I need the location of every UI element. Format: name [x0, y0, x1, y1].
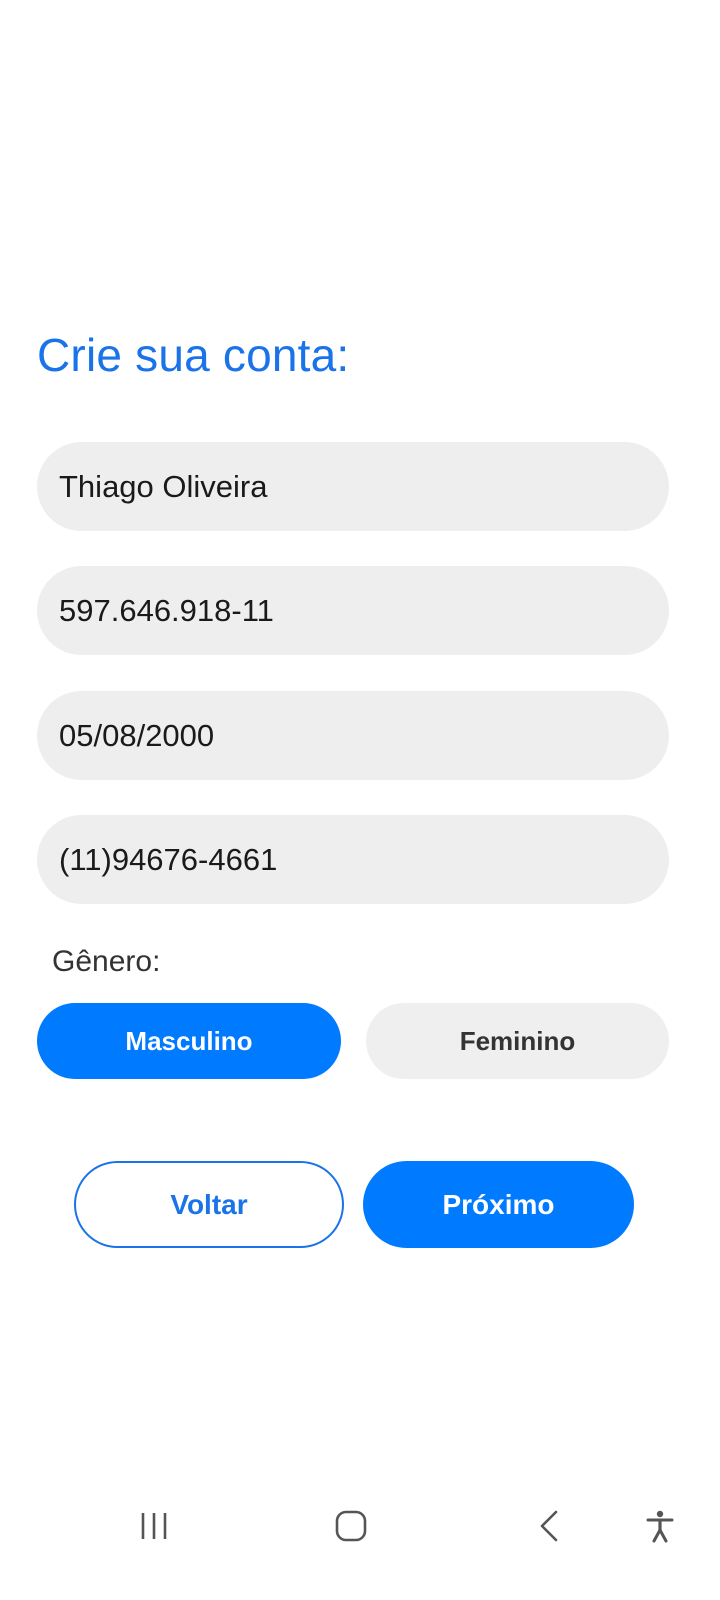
gender-male-button[interactable]: Masculino [37, 1003, 341, 1079]
accessibility-icon[interactable] [632, 1498, 688, 1554]
back-button[interactable]: Voltar [74, 1161, 344, 1248]
phone-field-container[interactable] [37, 815, 669, 904]
birthdate-field-container[interactable] [37, 691, 669, 780]
phone-input[interactable] [59, 841, 669, 878]
page-title: Crie sua conta: [37, 329, 350, 381]
name-field-container[interactable] [37, 442, 669, 531]
cpf-field-container[interactable] [37, 566, 669, 655]
name-input[interactable] [59, 468, 669, 505]
home-icon[interactable] [323, 1498, 379, 1554]
cpf-input[interactable] [59, 592, 669, 629]
gender-label: Gênero: [52, 945, 161, 978]
next-button[interactable]: Próximo [363, 1161, 634, 1248]
system-navigation-bar [0, 1480, 720, 1570]
back-icon[interactable] [522, 1498, 578, 1554]
gender-female-button[interactable]: Feminino [366, 1003, 669, 1079]
recent-apps-icon[interactable] [126, 1498, 182, 1554]
birthdate-input[interactable] [59, 717, 669, 754]
